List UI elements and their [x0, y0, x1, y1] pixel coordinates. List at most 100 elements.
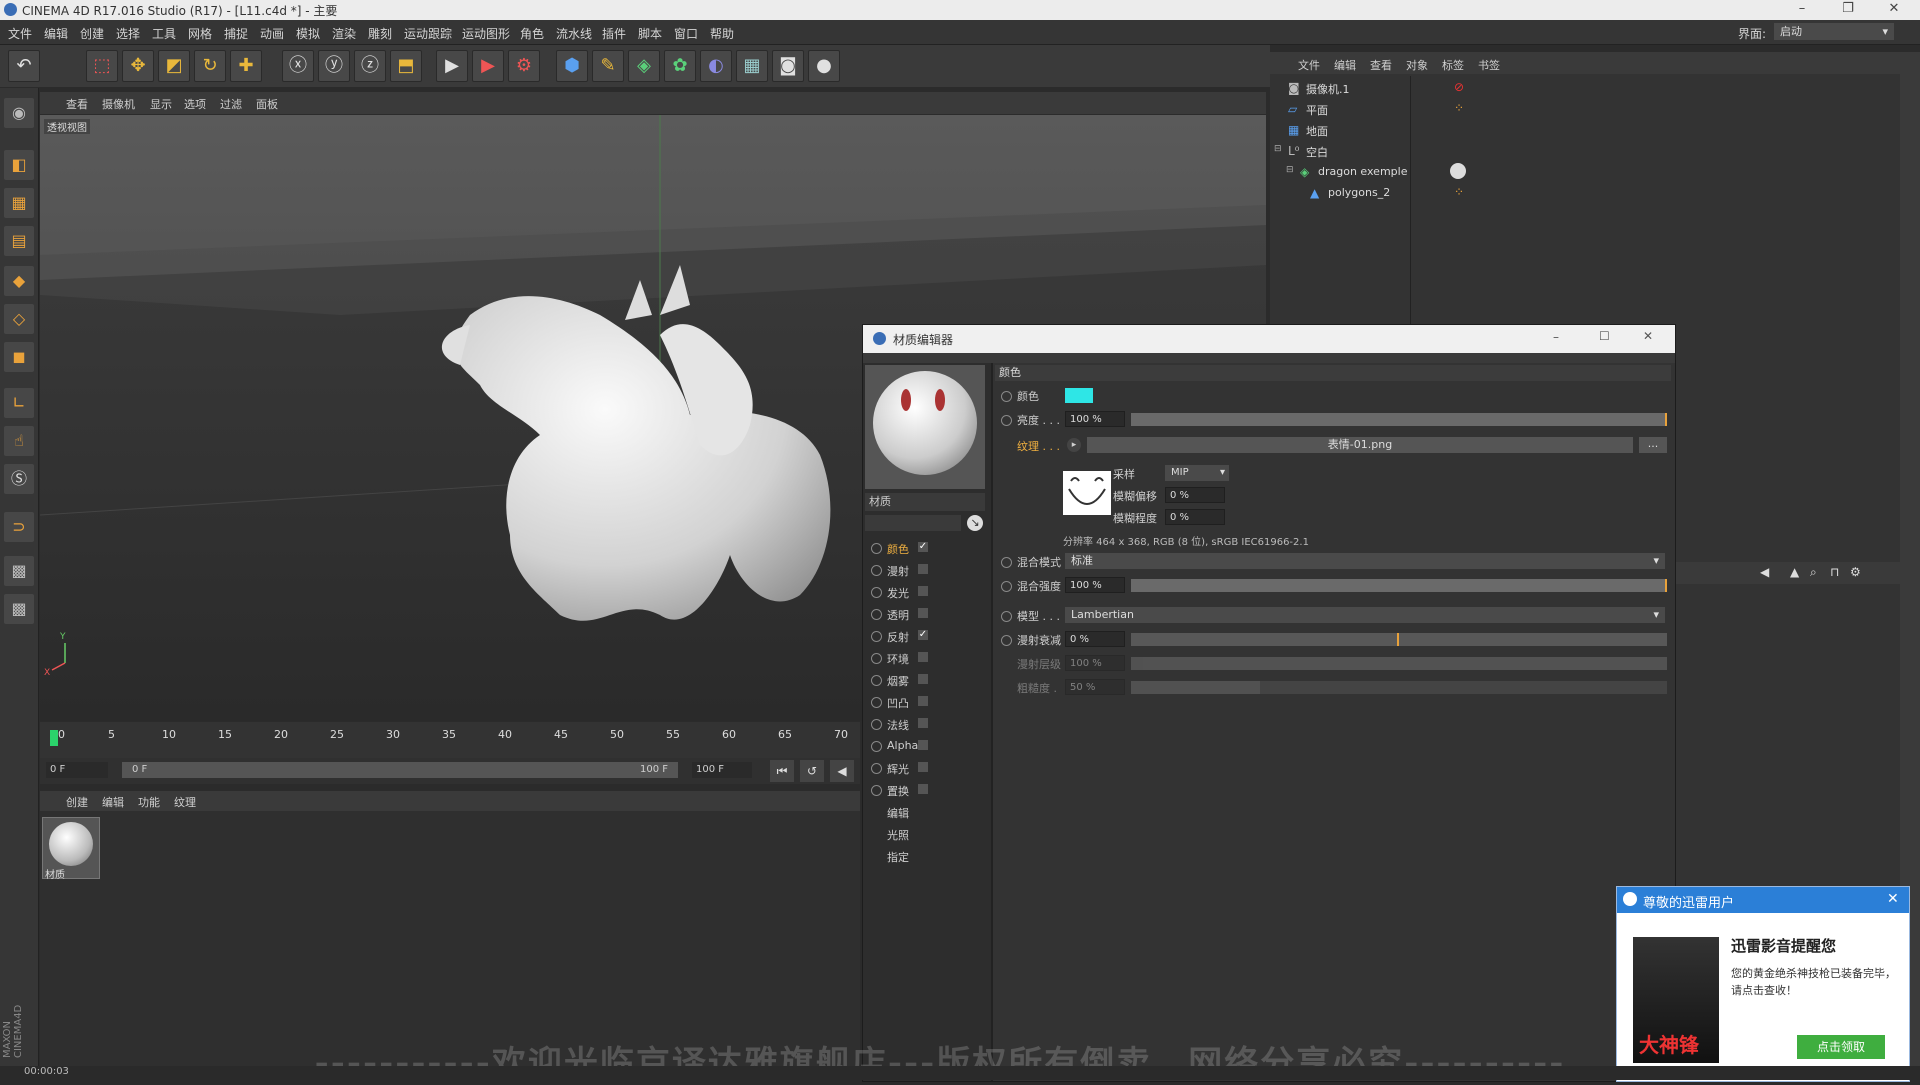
menu-help[interactable]: 帮助: [710, 25, 734, 42]
diffuse-level-slider[interactable]: [1131, 657, 1667, 670]
mix-strength-slider[interactable]: [1131, 579, 1667, 592]
pen-icon[interactable]: ✎: [592, 50, 624, 82]
menu-character[interactable]: 角色: [520, 25, 544, 42]
live-select-icon[interactable]: ⬚: [86, 50, 118, 82]
checkbox[interactable]: [918, 674, 928, 684]
close-button[interactable]: ✕: [1643, 329, 1653, 343]
model-dropdown[interactable]: Lambertian ▾: [1065, 607, 1665, 623]
checkbox[interactable]: ✓: [918, 630, 928, 640]
lock-icon[interactable]: ⊓: [1830, 565, 1839, 579]
brightness-field[interactable]: 100 %: [1065, 411, 1125, 427]
menu-motion-tracking[interactable]: 运动跟踪: [404, 25, 452, 42]
grid-lock-icon[interactable]: ▩: [4, 556, 34, 586]
checkbox[interactable]: [918, 586, 928, 596]
blur-scale-field[interactable]: 0 %: [1165, 509, 1225, 525]
minimize-button[interactable]: –: [1784, 0, 1820, 20]
snap-icon[interactable]: Ⓢ: [4, 464, 34, 494]
undo-icon[interactable]: ↶: [8, 50, 40, 82]
om-menu-view[interactable]: 查看: [1370, 57, 1392, 73]
edges-mode-icon[interactable]: ◇: [4, 304, 34, 334]
texture-file-button[interactable]: 表情-01.png: [1087, 437, 1633, 453]
interface-dropdown[interactable]: 启动 ▾: [1774, 23, 1894, 40]
camera-icon[interactable]: ◙: [772, 50, 804, 82]
checkbox[interactable]: [918, 718, 928, 728]
channel-assignment[interactable]: 指定: [863, 846, 991, 866]
texture-mode-icon[interactable]: ▦: [4, 188, 34, 218]
current-frame-field[interactable]: 0 F: [46, 762, 108, 778]
checkbox[interactable]: ✓: [918, 542, 928, 552]
object-row-dragon[interactable]: ⊟ ◈ dragon exemple: [1270, 162, 1900, 182]
channel-environment[interactable]: 环境: [863, 648, 991, 668]
collapse-icon[interactable]: ⊟: [1286, 165, 1294, 175]
floor-icon[interactable]: ▦: [736, 50, 768, 82]
subdivision-icon[interactable]: ◈: [628, 50, 660, 82]
menu-sculpt[interactable]: 雕刻: [368, 25, 392, 42]
scale-icon[interactable]: ◩: [158, 50, 190, 82]
channel-luminance[interactable]: 发光: [863, 582, 991, 602]
menu-mesh[interactable]: 网格: [188, 25, 212, 42]
collapse-icon[interactable]: ⊟: [1274, 144, 1282, 154]
mm-menu-texture[interactable]: 纹理: [174, 794, 196, 810]
rotate-icon[interactable]: ↻: [194, 50, 226, 82]
om-menu-objects[interactable]: 对象: [1406, 57, 1428, 73]
menu-pipeline[interactable]: 流水线: [556, 25, 592, 42]
array-icon[interactable]: ✿: [664, 50, 696, 82]
object-row-plane[interactable]: ▱ 平面 ⁘: [1270, 99, 1900, 119]
close-button[interactable]: ✕: [1876, 0, 1912, 20]
polygons-mode-icon[interactable]: ◼: [4, 342, 34, 372]
mm-menu-edit[interactable]: 编辑: [102, 794, 124, 810]
no-entry-tag-icon[interactable]: ⊘: [1454, 80, 1464, 94]
grid-snap-icon[interactable]: ▩: [4, 594, 34, 624]
roughness-slider[interactable]: [1131, 681, 1667, 694]
minimize-button[interactable]: –: [1553, 330, 1559, 344]
mix-strength-field[interactable]: 100 %: [1065, 577, 1125, 593]
vp-menu-display[interactable]: 显示: [150, 96, 172, 112]
deformer-icon[interactable]: ◐: [700, 50, 732, 82]
color-swatch[interactable]: [1065, 388, 1093, 403]
vp-menu-options[interactable]: 选项: [184, 96, 206, 112]
menu-tools[interactable]: 工具: [152, 25, 176, 42]
mix-mode-dropdown[interactable]: 标准 ▾: [1065, 553, 1665, 569]
channel-bump[interactable]: 凹凸: [863, 692, 991, 712]
channel-illumination[interactable]: 光照: [863, 824, 991, 844]
mm-menu-create[interactable]: 创建: [66, 794, 88, 810]
menu-simulate[interactable]: 模拟: [296, 25, 320, 42]
search-icon[interactable]: ⌕: [1810, 565, 1817, 580]
checkbox[interactable]: [918, 608, 928, 618]
channel-color[interactable]: 颜色 ✓: [863, 538, 991, 558]
y-axis-icon[interactable]: ⓨ: [318, 50, 350, 82]
om-menu-tags[interactable]: 标签: [1442, 57, 1464, 73]
tag-icon[interactable]: ⁘: [1454, 185, 1464, 199]
vp-menu-panel[interactable]: 面板: [256, 96, 278, 112]
channel-fog[interactable]: 烟雾: [863, 670, 991, 690]
checkbox[interactable]: [918, 652, 928, 662]
material-tag-icon[interactable]: [1450, 163, 1466, 179]
diffuse-falloff-field[interactable]: 0 %: [1065, 631, 1125, 647]
menu-snap[interactable]: 捕捉: [224, 25, 248, 42]
menu-plugins[interactable]: 插件: [602, 25, 626, 42]
channel-displacement[interactable]: 置换: [863, 780, 991, 800]
channel-alpha[interactable]: Alpha: [863, 736, 991, 756]
object-row-camera[interactable]: ◙ 摄像机.1 ⊘: [1270, 78, 1900, 98]
points-mode-icon[interactable]: ◆: [4, 266, 34, 296]
menu-window[interactable]: 窗口: [674, 25, 698, 42]
playhead[interactable]: [50, 730, 58, 746]
world-coord-icon[interactable]: ⬒: [390, 50, 422, 82]
maximize-button[interactable]: ☐: [1599, 329, 1610, 343]
up-arrow-icon[interactable]: ▲: [1790, 565, 1799, 579]
channel-diffusion[interactable]: 漫射: [863, 560, 991, 580]
channel-reflectance[interactable]: 反射 ✓: [863, 626, 991, 646]
material-name-field[interactable]: 材质: [865, 493, 985, 511]
checkbox[interactable]: [918, 740, 928, 750]
sampling-dropdown[interactable]: MIP ▾: [1165, 465, 1229, 481]
render-view-icon[interactable]: ▶: [436, 50, 468, 82]
step-back-icon[interactable]: ◀: [830, 760, 854, 782]
vp-menu-view[interactable]: 查看: [66, 96, 88, 112]
menu-select[interactable]: 选择: [116, 25, 140, 42]
workplane-icon[interactable]: ▤: [4, 226, 34, 256]
settings-icon[interactable]: ⚙: [1850, 565, 1861, 579]
vp-menu-cameras[interactable]: 摄像机: [102, 96, 135, 112]
roughness-field[interactable]: 50 %: [1065, 679, 1125, 695]
mm-menu-function[interactable]: 功能: [138, 794, 160, 810]
menu-file[interactable]: 文件: [8, 25, 32, 42]
